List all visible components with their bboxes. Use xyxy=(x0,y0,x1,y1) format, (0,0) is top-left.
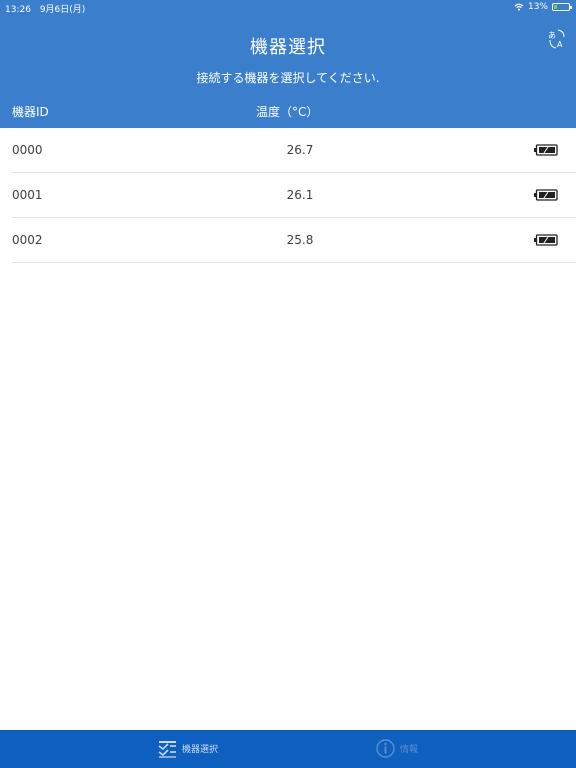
language-switch-icon[interactable]: あ A xyxy=(546,28,568,50)
tab-bar: 機器選択 情報 xyxy=(0,730,576,768)
tab-info-label: 情報 xyxy=(400,745,419,755)
battery-icon xyxy=(534,189,558,201)
status-date: 9月6日(月) xyxy=(39,5,86,15)
tab-info[interactable]: 情報 xyxy=(376,739,418,758)
svg-text:あ: あ xyxy=(548,31,556,40)
device-list: 0000 26.7 0001 26.1 0002 25.8 xyxy=(0,128,576,263)
tab-device-select[interactable]: 機器選択 xyxy=(158,739,218,758)
column-header-id: 機器ID xyxy=(12,105,49,119)
battery-status-icon xyxy=(552,3,572,11)
battery-icon xyxy=(534,144,558,156)
device-list-icon xyxy=(158,741,176,758)
device-id: 0002 xyxy=(12,233,43,247)
device-temperature: 25.8 xyxy=(286,233,314,247)
info-icon xyxy=(376,739,395,758)
page-title: 機器選択 xyxy=(250,37,326,58)
device-id: 0001 xyxy=(12,188,43,202)
tab-device-select-label: 機器選択 xyxy=(182,745,219,755)
page-subtitle: 接続する機器を選択してください. xyxy=(196,71,380,85)
device-row[interactable]: 0000 26.7 xyxy=(12,128,576,173)
device-temperature: 26.1 xyxy=(286,188,314,202)
device-temperature: 26.7 xyxy=(286,143,314,157)
device-row[interactable]: 0002 25.8 xyxy=(12,218,576,263)
column-header-temperature: 温度（°C） xyxy=(256,105,319,119)
wifi-icon xyxy=(514,3,524,11)
status-time: 13:26 xyxy=(5,5,31,15)
device-id: 0000 xyxy=(12,143,43,157)
battery-icon xyxy=(534,234,558,246)
device-row[interactable]: 0001 26.1 xyxy=(12,173,576,218)
header: 13:26 9月6日(月) 13% 機器選択 あ A 接続する機器を選択してくだ… xyxy=(0,0,576,128)
status-bar: 13:26 9月6日(月) 13% xyxy=(0,0,576,16)
svg-text:A: A xyxy=(557,40,563,49)
battery-percent: 13% xyxy=(527,2,548,12)
